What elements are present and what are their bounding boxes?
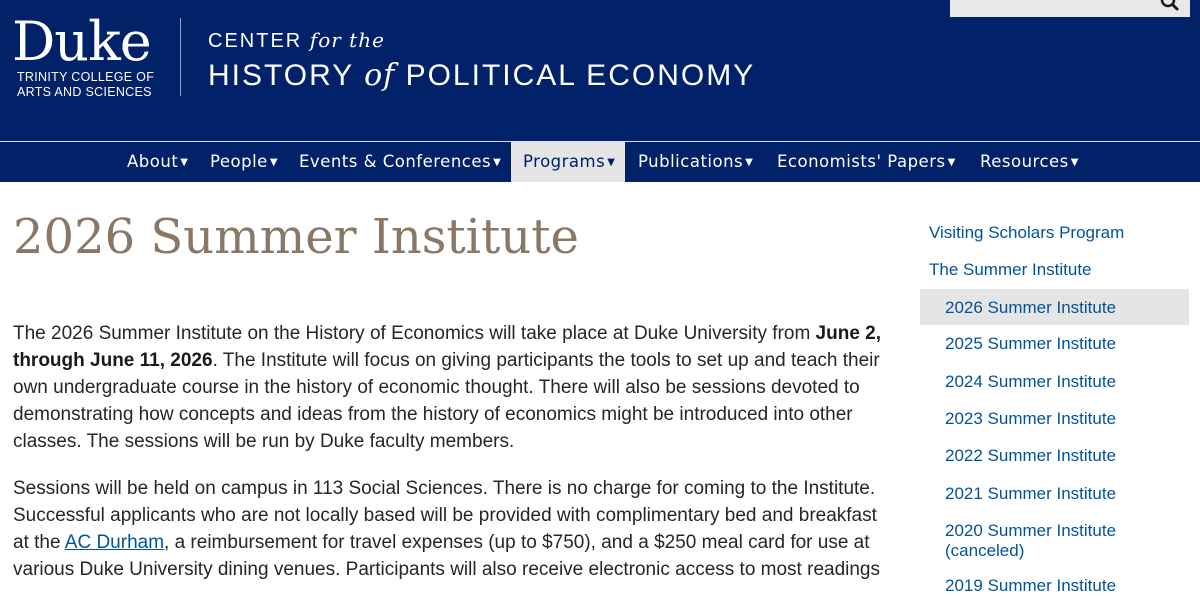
sidebar-item-2019[interactable]: 2019 Summer Institute xyxy=(945,576,1116,596)
start-date: June 2, xyxy=(815,323,882,344)
page-title: 2026 Summer Institute xyxy=(13,209,579,265)
p2-text-5: various Duke University dining venues. P… xyxy=(13,559,880,580)
logistics-paragraph: Sessions will be held on campus in 113 S… xyxy=(13,475,898,583)
college-name-line-2: ARTS AND SCIENCES xyxy=(17,84,152,99)
p1-text-3: own undergraduate course in the history … xyxy=(13,377,860,398)
chevron-down-icon: ▼ xyxy=(493,156,502,168)
for-the-word: for the xyxy=(309,28,385,52)
sidebar-item-2021[interactable]: 2021 Summer Institute xyxy=(945,484,1116,504)
nav-label: Economists' Papers xyxy=(777,152,946,171)
chevron-down-icon: ▼ xyxy=(947,156,956,168)
history-word: HISTORY xyxy=(208,59,354,92)
end-date: through June 11, 2026 xyxy=(13,350,213,371)
sidebar-item-2022[interactable]: 2022 Summer Institute xyxy=(945,446,1116,466)
site-header: Duke TRINITY COLLEGE OF ARTS AND SCIENCE… xyxy=(0,0,1200,142)
p2-text-3: at the xyxy=(13,532,65,553)
sidebar-item-2024[interactable]: 2024 Summer Institute xyxy=(945,372,1116,392)
sidebar-item-2023[interactable]: 2023 Summer Institute xyxy=(945,409,1116,429)
p1-text-2: . The Institute will focus on giving par… xyxy=(212,350,880,371)
p1-text-5: classes. The sessions will be run by Duk… xyxy=(13,431,515,452)
chevron-down-icon: ▼ xyxy=(1070,156,1079,168)
sidebar-item-2026[interactable]: 2026 Summer Institute xyxy=(945,298,1116,318)
nav-events-conferences[interactable]: Events & Conferences ▼ xyxy=(299,142,501,182)
sidebar-item-visiting-scholars[interactable]: Visiting Scholars Program xyxy=(929,223,1124,243)
duke-logo[interactable]: Duke xyxy=(12,12,152,72)
nav-publications[interactable]: Publications ▼ xyxy=(638,142,753,182)
nav-label: Events & Conferences xyxy=(299,152,492,171)
chevron-down-icon: ▼ xyxy=(269,156,279,168)
sidebar-item-2025[interactable]: 2025 Summer Institute xyxy=(945,334,1116,354)
of-word: of xyxy=(364,58,396,93)
nav-label: Resources xyxy=(980,152,1069,171)
sidebar-item-2020[interactable]: 2020 Summer Institute (canceled) xyxy=(945,521,1116,561)
center-word: CENTER xyxy=(208,30,303,52)
chevron-down-icon: ▼ xyxy=(745,156,754,168)
sidebar-item-2020-label: 2020 Summer Institute xyxy=(945,521,1117,540)
center-name-line-1[interactable]: CENTER for the xyxy=(208,28,385,53)
main-nav: About ▼ People ▼ Events & Conferences ▼ Pro… xyxy=(0,142,1200,182)
p2-text-1: Sessions will be held on campus in 113 S… xyxy=(13,478,876,499)
nav-label: Programs xyxy=(523,152,606,171)
nav-about[interactable]: About ▼ xyxy=(127,142,189,182)
political-economy-word: POLITICAL ECONOMY xyxy=(405,59,756,92)
chevron-down-icon: ▼ xyxy=(607,156,616,168)
nav-label: Publications xyxy=(638,152,744,171)
nav-economists-papers[interactable]: Economists' Papers ▼ xyxy=(777,142,956,182)
p1-text-4: demonstrating how concepts and ideas fro… xyxy=(13,404,853,425)
p2-text-2: Successful applicants who are not locall… xyxy=(13,505,877,526)
p1-text-1: The 2026 Summer Institute on the History… xyxy=(13,323,816,344)
search-input[interactable] xyxy=(950,0,1190,17)
nav-label: About xyxy=(127,152,179,171)
college-name: TRINITY COLLEGE OF ARTS AND SCIENCES xyxy=(17,70,154,99)
ac-durham-link[interactable]: AC Durham xyxy=(65,532,164,553)
sidebar-item-2020-note: (canceled) xyxy=(945,541,1025,560)
nav-label: People xyxy=(210,152,268,171)
center-name-line-2[interactable]: HISTORY of POLITICAL ECONOMY xyxy=(208,58,755,94)
p2-text-4: , a reimbursement for travel expenses (u… xyxy=(164,532,870,553)
intro-paragraph: The 2026 Summer Institute on the History… xyxy=(13,320,898,455)
nav-resources[interactable]: Resources ▼ xyxy=(980,142,1079,182)
sidebar-item-summer-institute[interactable]: The Summer Institute xyxy=(929,260,1092,280)
chevron-down-icon: ▼ xyxy=(180,156,189,168)
nav-people[interactable]: People ▼ xyxy=(210,142,278,182)
logo-divider xyxy=(180,18,181,96)
college-name-line-1: TRINITY COLLEGE OF xyxy=(17,70,155,84)
nav-programs[interactable]: Programs ▼ xyxy=(511,142,625,182)
search-icon[interactable] xyxy=(1160,0,1180,12)
